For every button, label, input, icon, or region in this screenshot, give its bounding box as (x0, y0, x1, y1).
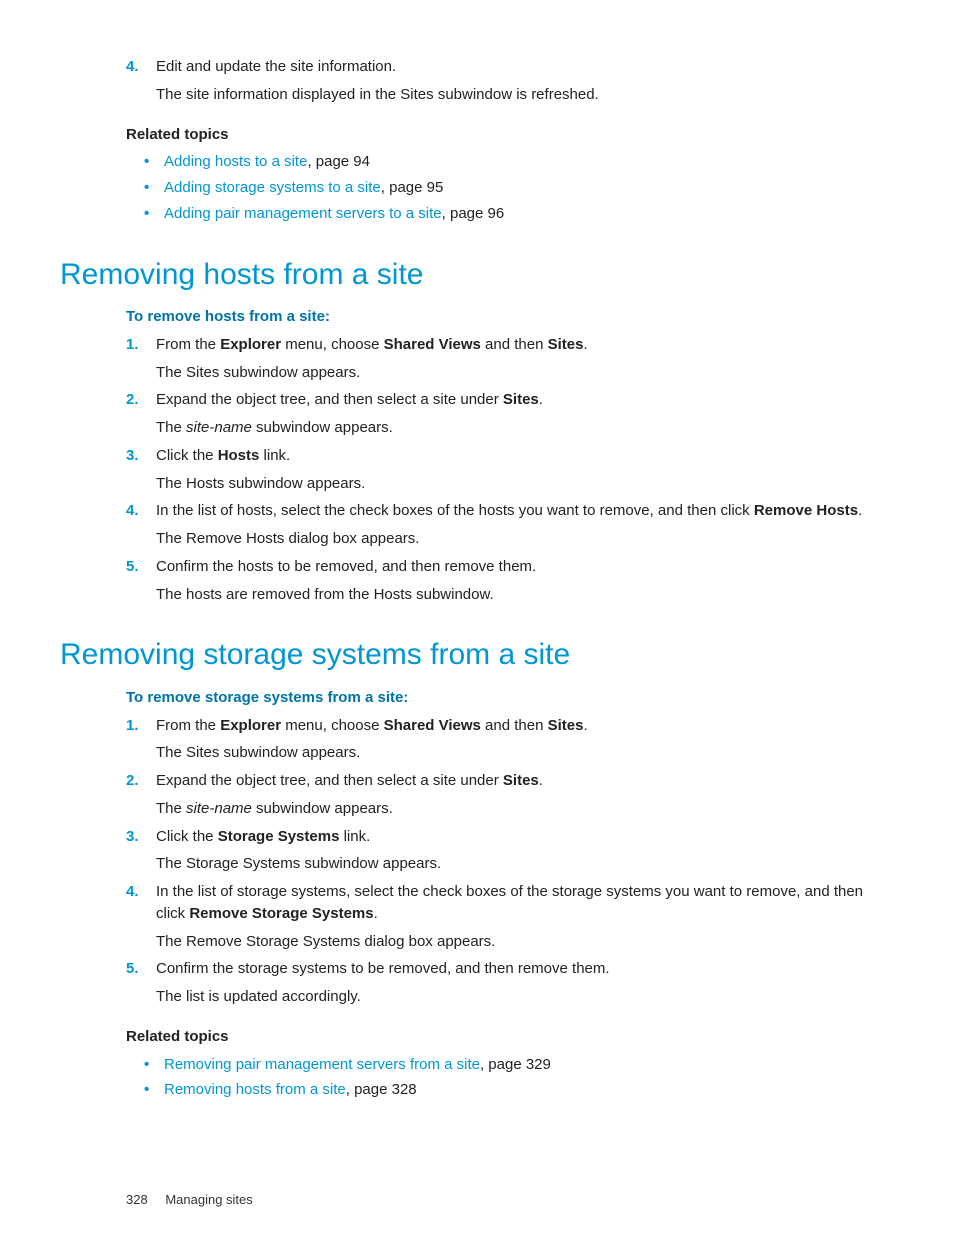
section-heading-removing-hosts: Removing hosts from a site (60, 253, 866, 297)
step-number: 2. (126, 770, 139, 792)
step-body: Click the Hosts link. (156, 445, 866, 467)
related-topic-suffix: , page 96 (442, 205, 505, 222)
related-topic-suffix: , page 95 (381, 179, 444, 196)
step-item: 4. In the list of storage systems, select… (126, 881, 866, 952)
related-topic-link[interactable]: Removing pair management servers from a … (164, 1056, 480, 1073)
step-body: Expand the object tree, and then select … (156, 389, 866, 411)
step-number: 1. (126, 334, 139, 356)
procedure-steps: 1. From the Explorer menu, choose Shared … (126, 715, 866, 1008)
related-topics-list: Removing pair management servers from a … (144, 1054, 866, 1102)
step-item: 2. Expand the object tree, and then selec… (126, 389, 866, 439)
step-number: 4. (126, 56, 139, 78)
related-topic-item: Adding pair management servers to a site… (144, 203, 866, 225)
step-body: Edit and update the site information. (156, 56, 866, 78)
step-result: The Storage Systems subwindow appears. (156, 853, 866, 875)
step-body: From the Explorer menu, choose Shared Vi… (156, 334, 866, 356)
step-result: The list is updated accordingly. (156, 986, 866, 1008)
related-topic-suffix: , page 329 (480, 1056, 551, 1073)
step-item: 5. Confirm the hosts to be removed, and t… (126, 556, 866, 606)
step-result: The Sites subwindow appears. (156, 742, 866, 764)
related-topic-suffix: , page 94 (307, 153, 370, 170)
procedure-heading: To remove storage systems from a site: (126, 687, 866, 709)
step-item: 2. Expand the object tree, and then selec… (126, 770, 866, 820)
step-number: 1. (126, 715, 139, 737)
related-topic-link[interactable]: Adding storage systems to a site (164, 179, 381, 196)
step-result: The Remove Hosts dialog box appears. (156, 528, 866, 550)
step-body: Expand the object tree, and then select … (156, 770, 866, 792)
step-result: The Remove Storage Systems dialog box ap… (156, 931, 866, 953)
step-body: Confirm the hosts to be removed, and the… (156, 556, 866, 578)
page-number: 328 (126, 1192, 148, 1207)
step-item: 1. From the Explorer menu, choose Shared … (126, 715, 866, 765)
related-topic-item: Removing hosts from a site, page 328 (144, 1079, 866, 1101)
step-item: 4. Edit and update the site information.… (126, 56, 866, 106)
step-result: The site-name subwindow appears. (156, 798, 866, 820)
step-result: The Sites subwindow appears. (156, 362, 866, 384)
step-body: In the list of hosts, select the check b… (156, 500, 866, 522)
step-item: 5. Confirm the storage systems to be remo… (126, 958, 866, 1008)
procedure-steps: 1. From the Explorer menu, choose Shared … (126, 334, 866, 606)
related-topic-link[interactable]: Adding hosts to a site (164, 153, 307, 170)
footer-section: Managing sites (165, 1192, 252, 1207)
related-topic-item: Adding storage systems to a site, page 9… (144, 177, 866, 199)
step-result: The site-name subwindow appears. (156, 417, 866, 439)
related-topic-link[interactable]: Adding pair management servers to a site (164, 205, 442, 222)
step-result: The Hosts subwindow appears. (156, 473, 866, 495)
step-body: In the list of storage systems, select t… (156, 881, 866, 925)
step-result: The site information displayed in the Si… (156, 84, 866, 106)
procedure-heading: To remove hosts from a site: (126, 306, 866, 328)
step-number: 4. (126, 500, 139, 522)
step-number: 2. (126, 389, 139, 411)
step-body: From the Explorer menu, choose Shared Vi… (156, 715, 866, 737)
related-topics-list: Adding hosts to a site, page 94 Adding st… (144, 151, 866, 224)
step-body: Click the Storage Systems link. (156, 826, 866, 848)
related-topic-item: Removing pair management servers from a … (144, 1054, 866, 1076)
step-item: 3. Click the Hosts link. The Hosts subwind… (126, 445, 866, 495)
page-footer: 328 Managing sites (60, 1191, 866, 1210)
step-item: 1. From the Explorer menu, choose Shared … (126, 334, 866, 384)
step-number: 3. (126, 826, 139, 848)
related-topic-link[interactable]: Removing hosts from a site (164, 1081, 346, 1098)
related-topics-heading: Related topics (126, 1026, 866, 1048)
step-number: 5. (126, 958, 139, 980)
related-topics-heading: Related topics (126, 124, 866, 146)
step-item: 3. Click the Storage Systems link. The Sto… (126, 826, 866, 876)
step-body: Confirm the storage systems to be remove… (156, 958, 866, 980)
step-result: The hosts are removed from the Hosts sub… (156, 584, 866, 606)
continued-steps: 4. Edit and update the site information.… (126, 56, 866, 106)
step-number: 5. (126, 556, 139, 578)
step-item: 4. In the list of hosts, select the check… (126, 500, 866, 550)
step-number: 4. (126, 881, 139, 903)
section-heading-removing-storage: Removing storage systems from a site (60, 633, 866, 677)
step-number: 3. (126, 445, 139, 467)
related-topic-suffix: , page 328 (346, 1081, 417, 1098)
related-topic-item: Adding hosts to a site, page 94 (144, 151, 866, 173)
